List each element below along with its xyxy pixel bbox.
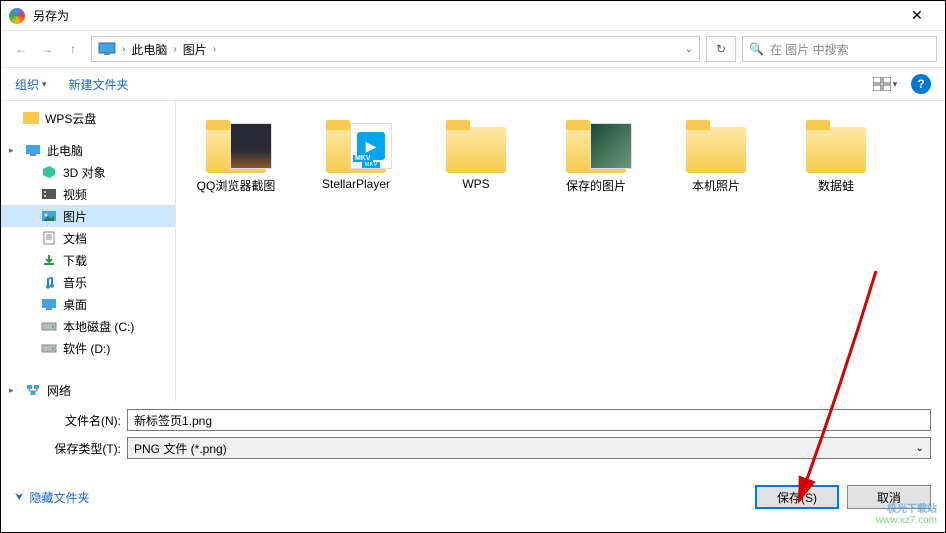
save-button[interactable]: 保存(S) (755, 485, 839, 509)
chevron-down-icon: ▾ (893, 79, 898, 90)
filetype-select[interactable]: PNG 文件 (*.png) ⌄ (127, 437, 931, 459)
search-icon: 🔍 (749, 42, 764, 56)
folder-item[interactable]: QQ浏览器截图 (186, 113, 286, 194)
tree-item-drive[interactable]: 本地磁盘 (C:) (1, 315, 175, 337)
folder-icon (800, 113, 872, 173)
chevron-right-icon: › (122, 44, 125, 55)
app-icon (9, 8, 25, 24)
back-button[interactable]: ← (9, 37, 33, 61)
address-dropdown[interactable]: ⌄ (685, 44, 693, 55)
footer: ⮟ 隐藏文件夹 保存(S) 取消 (1, 473, 945, 521)
search-placeholder: 在 图片 中搜索 (770, 41, 849, 58)
hide-folders-link[interactable]: 隐藏文件夹 (30, 489, 90, 506)
close-button[interactable]: ✕ (897, 7, 937, 24)
tree-item-wps[interactable]: WPS云盘 (1, 107, 175, 129)
tree-item-net[interactable]: ▸ 网络 (1, 379, 175, 401)
help-button[interactable]: ? (911, 74, 931, 94)
chevron-down-icon: ⌄ (916, 443, 924, 454)
tree-item-drive[interactable]: 软件 (D:) (1, 337, 175, 359)
tree-item-label: 本地磁盘 (C:) (63, 318, 134, 335)
folder-label: StellarPlayer (322, 177, 390, 191)
tree-item-dl[interactable]: 下载 (1, 249, 175, 271)
cancel-button[interactable]: 取消 (847, 485, 931, 509)
save-fields: 文件名(N): 保存类型(T): PNG 文件 (*.png) ⌄ (1, 401, 945, 473)
filetype-label: 保存类型(T): (15, 440, 127, 457)
folder-preview (590, 123, 632, 169)
tree-item-label: 下载 (63, 252, 87, 269)
folder-icon: ▶MKV (320, 113, 392, 173)
chevron-down-icon: ▾ (42, 79, 47, 90)
folder-label: QQ浏览器截图 (197, 177, 276, 194)
expand-icon[interactable]: ⮟ (15, 492, 24, 503)
tree-item-pic[interactable]: 图片 (1, 205, 175, 227)
nav-tree: WPS云盘 ▸ 此电脑 3D 对象视频图片文档下载音乐桌面本地磁盘 (C:) 软件 (D… (1, 101, 176, 401)
organize-menu[interactable]: 组织▾ (15, 76, 47, 93)
filename-input[interactable] (127, 409, 931, 431)
breadcrumb-pictures[interactable]: 图片 (183, 41, 207, 58)
folder-item[interactable]: WPS (426, 113, 526, 194)
folder-icon (440, 113, 512, 173)
forward-button[interactable]: → (35, 37, 59, 61)
new-folder-button[interactable]: 新建文件夹 (69, 76, 129, 93)
tree-item-label: 桌面 (63, 296, 87, 313)
address-bar[interactable]: › 此电脑 › 图片 › ⌄ (91, 36, 700, 62)
tree-item-desk[interactable]: 桌面 (1, 293, 175, 315)
toolbar: 组织▾ 新建文件夹 ▾ ? (1, 67, 945, 101)
tree-item-doc[interactable]: 文档 (1, 227, 175, 249)
tree-item-label: 音乐 (63, 274, 87, 291)
filename-label: 文件名(N): (15, 412, 127, 429)
window-title: 另存为 (33, 7, 897, 24)
tree-item-3d[interactable]: 3D 对象 (1, 161, 175, 183)
breadcrumb-pc[interactable]: 此电脑 (131, 41, 167, 58)
folder-preview: ▶MKV (350, 123, 392, 169)
expand-icon[interactable]: ▸ (9, 145, 19, 156)
folder-preview (230, 123, 272, 169)
tree-item-label: 视频 (63, 186, 87, 203)
pc-icon (98, 42, 116, 56)
folder-item[interactable]: 数据蛙 (786, 113, 886, 194)
tree-item-video[interactable]: 视频 (1, 183, 175, 205)
up-button[interactable]: ↑ (61, 37, 85, 61)
view-mode-button[interactable]: ▾ (871, 73, 899, 95)
search-input[interactable]: 🔍 在 图片 中搜索 (742, 36, 937, 62)
expand-icon[interactable]: ▸ (9, 385, 19, 396)
titlebar: 另存为 ✕ (1, 1, 945, 31)
folder-label: WPS (462, 177, 489, 191)
tree-item-label: 此电脑 (47, 142, 83, 159)
folder-label: 保存的图片 (566, 177, 626, 194)
folder-icon (560, 113, 632, 173)
folder-label: 本机照片 (692, 177, 740, 194)
folder-item[interactable]: 保存的图片 (546, 113, 646, 194)
tree-item-label: 3D 对象 (63, 164, 106, 181)
navbar: ← → ↑ › 此电脑 › 图片 › ⌄ ↻ 🔍 在 图片 中搜索 (1, 31, 945, 67)
chevron-right-icon: › (213, 44, 216, 55)
chevron-right-icon: › (173, 44, 176, 55)
file-list: QQ浏览器截图 ▶MKV StellarPlayer WPS 保存的图片 本机照片 数据蛙 (176, 101, 945, 401)
refresh-button[interactable]: ↻ (706, 36, 736, 62)
folder-icon (680, 113, 752, 173)
tree-item-label: 文档 (63, 230, 87, 247)
folder-icon (200, 113, 272, 173)
tree-item-label: 网络 (47, 382, 71, 399)
folder-label: 数据蛙 (818, 177, 854, 194)
tree-item-pc[interactable]: ▸ 此电脑 (1, 139, 175, 161)
tree-item-label: 图片 (63, 208, 87, 225)
tree-item-label: 软件 (D:) (63, 340, 110, 357)
tree-item-music[interactable]: 音乐 (1, 271, 175, 293)
folder-item[interactable]: 本机照片 (666, 113, 766, 194)
folder-item[interactable]: ▶MKV StellarPlayer (306, 113, 406, 194)
tree-item-label: WPS云盘 (45, 110, 96, 127)
